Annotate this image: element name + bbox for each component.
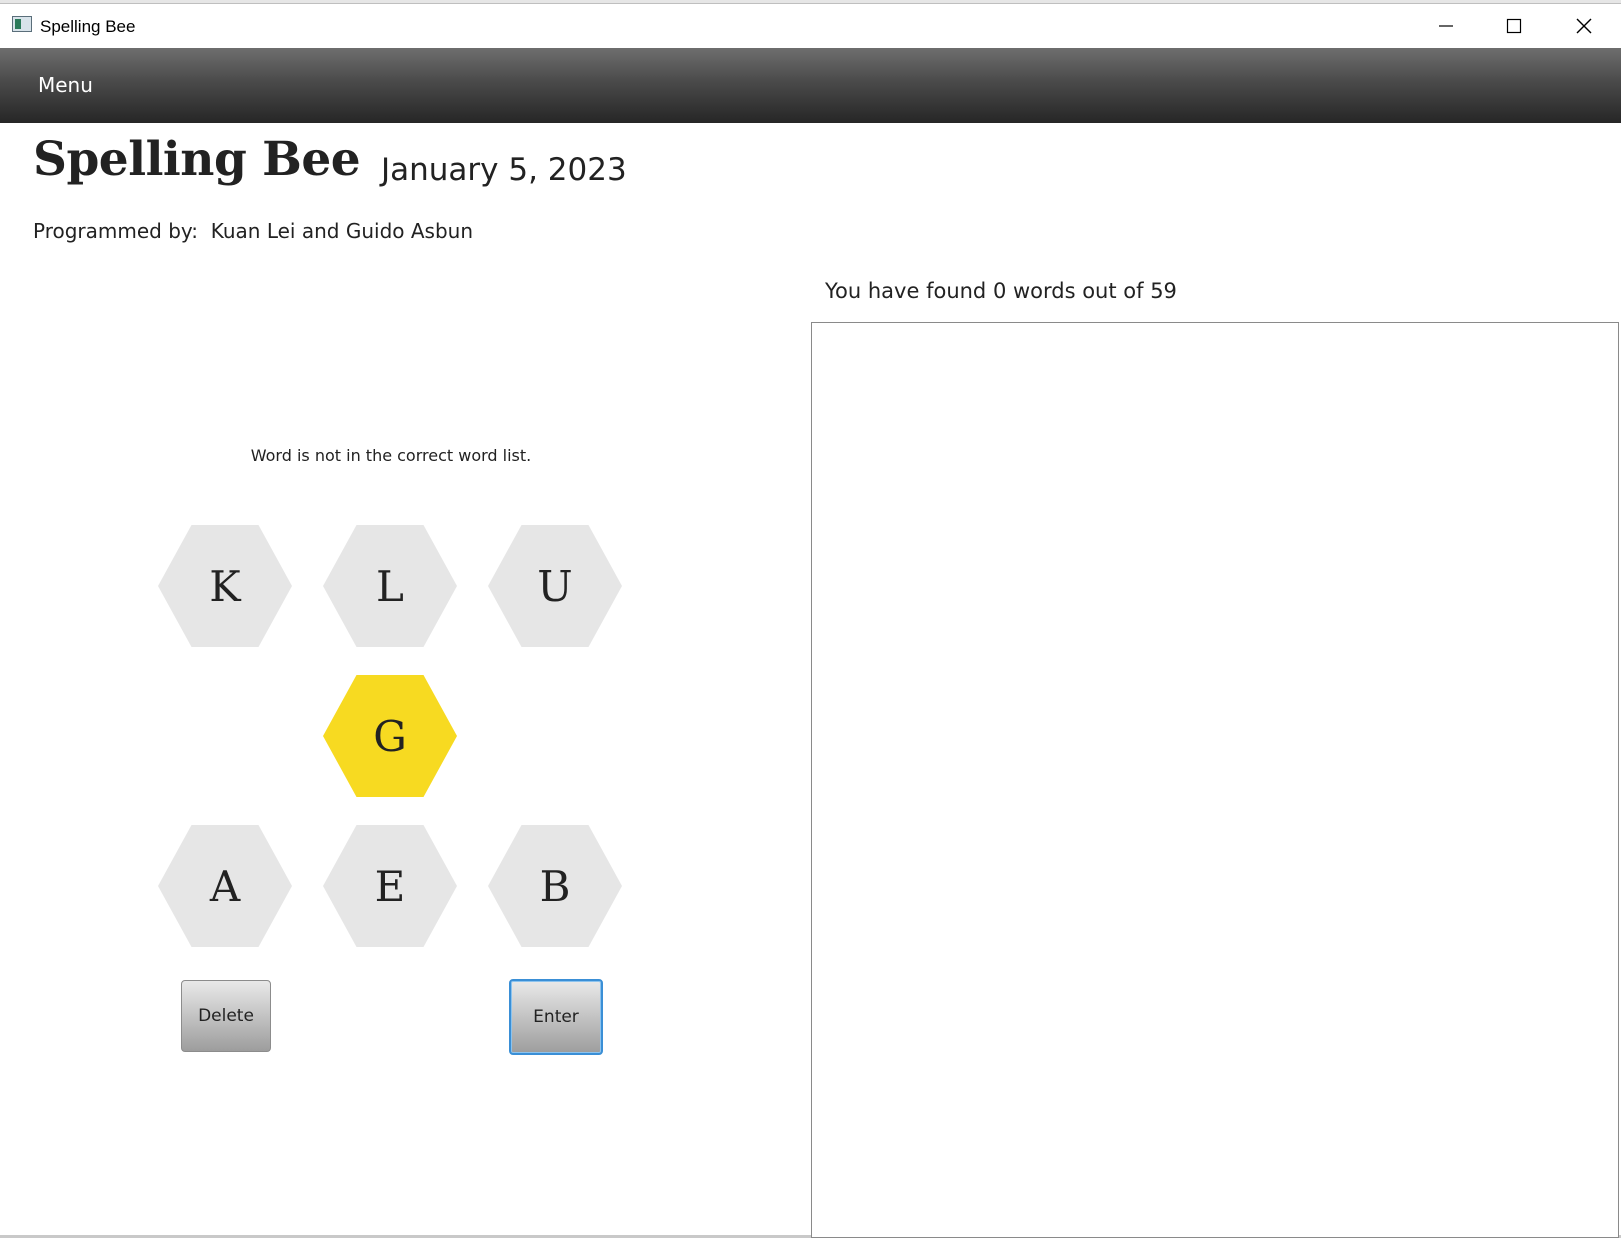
- title-bar: Spelling Bee: [0, 4, 1621, 48]
- letter-hex-u[interactable]: U: [488, 525, 622, 647]
- maximize-icon: [1506, 18, 1522, 34]
- status-message: Word is not in the correct word list.: [250, 446, 532, 465]
- minimize-icon: [1439, 25, 1453, 27]
- window-title: Spelling Bee: [40, 17, 136, 36]
- letter-hex-e[interactable]: E: [323, 825, 457, 947]
- minimize-button[interactable]: [1412, 4, 1480, 48]
- puzzle-date: January 5, 2023: [381, 152, 627, 188]
- delete-button[interactable]: Delete: [181, 980, 271, 1052]
- menu-bar: Menu: [0, 48, 1621, 123]
- found-words-count: You have found 0 words out of 59: [825, 279, 1177, 303]
- page-title: Spelling Bee: [33, 132, 361, 187]
- letter-hex-a[interactable]: A: [158, 825, 292, 947]
- menu-button[interactable]: Menu: [38, 73, 93, 97]
- close-icon: [1576, 18, 1592, 34]
- close-button[interactable]: [1550, 4, 1618, 48]
- found-words-list[interactable]: [811, 322, 1619, 1238]
- maximize-button[interactable]: [1480, 4, 1548, 48]
- enter-button[interactable]: Enter: [509, 979, 603, 1055]
- center-letter-hex-g[interactable]: G: [323, 675, 457, 797]
- letter-hex-k[interactable]: K: [158, 525, 292, 647]
- app-icon: [12, 16, 32, 32]
- credits-text: Programmed by: Kuan Lei and Guido Asbun: [33, 219, 473, 243]
- letter-hex-b[interactable]: B: [488, 825, 622, 947]
- app-window: Spelling Bee Menu Spelling Bee January 5…: [0, 3, 1621, 1238]
- letter-hex-l[interactable]: L: [323, 525, 457, 647]
